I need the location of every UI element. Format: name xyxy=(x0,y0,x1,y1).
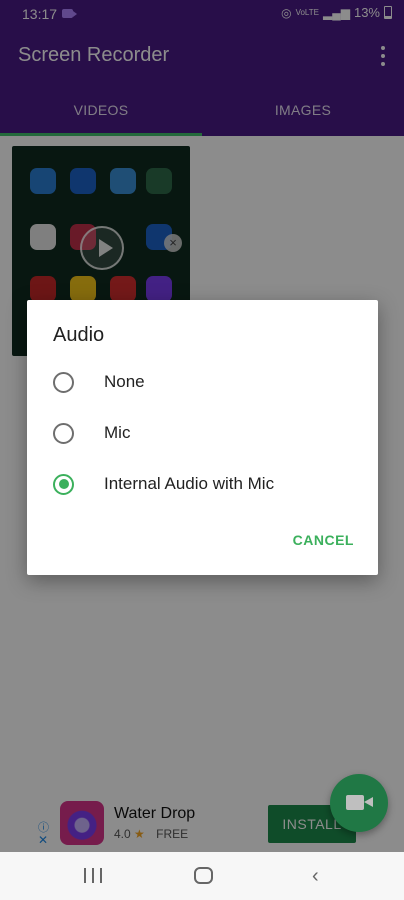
option-label: None xyxy=(104,372,145,391)
option-label: Mic xyxy=(104,423,131,442)
ad-title: Water Drop xyxy=(114,805,196,822)
system-nav-bar: ‹ xyxy=(0,852,404,900)
dialog-title: Audio xyxy=(53,324,105,346)
ad-rating: 4.0 ★ FREE xyxy=(114,827,188,841)
radio-mic[interactable] xyxy=(53,422,74,444)
video-camera-icon xyxy=(346,795,373,810)
cancel-button[interactable]: CANCEL xyxy=(293,532,354,548)
radio-internal-with-mic[interactable] xyxy=(53,473,74,495)
recents-icon[interactable] xyxy=(84,868,102,883)
audio-dialog: Audio None Mic Internal Audio with Mic C… xyxy=(27,300,378,575)
star-icon: ★ xyxy=(134,827,145,841)
ad-price: FREE xyxy=(156,827,189,841)
ad-rating-value: 4.0 xyxy=(114,827,131,841)
ad-close-icon[interactable]: ✕ xyxy=(38,833,48,847)
back-icon[interactable]: ‹ xyxy=(312,866,319,886)
audio-option-internal-with-mic[interactable]: Internal Audio with Mic xyxy=(53,464,353,504)
audio-option-mic[interactable]: Mic xyxy=(53,413,353,453)
audio-option-none[interactable]: None xyxy=(53,362,353,402)
ad-banner[interactable]: ⓘ ✕ Water Drop 4.0 ★ FREE INSTALL xyxy=(32,797,372,851)
record-fab-button[interactable] xyxy=(330,774,388,832)
radio-none[interactable] xyxy=(53,371,74,393)
option-label: Internal Audio with Mic xyxy=(104,474,275,493)
ad-app-icon xyxy=(60,801,104,845)
home-icon[interactable] xyxy=(194,867,213,884)
